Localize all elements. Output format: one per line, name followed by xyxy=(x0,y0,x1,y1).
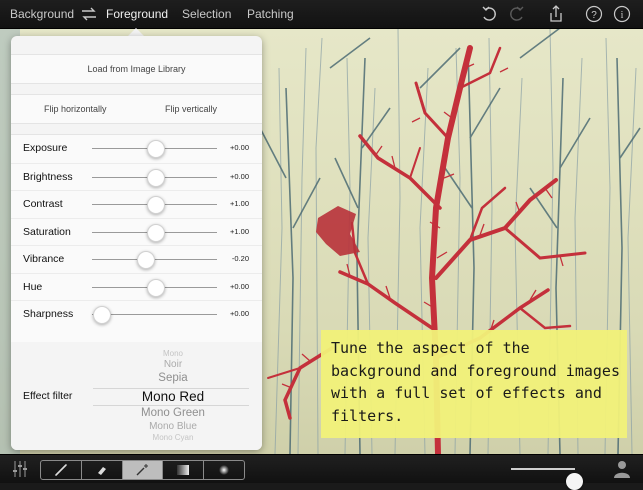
slider-row-contrast: Contrast +1.00 xyxy=(11,190,262,218)
share-icon[interactable] xyxy=(547,5,565,23)
load-from-library-button[interactable]: Load from Image Library xyxy=(11,54,262,84)
sliders-icon[interactable] xyxy=(12,460,28,483)
brightness-slider[interactable] xyxy=(92,169,217,187)
foreground-tab[interactable]: Foreground xyxy=(106,7,168,21)
redo-icon[interactable] xyxy=(508,5,526,23)
bottom-toolbar xyxy=(0,454,643,490)
magic-wand-tool[interactable] xyxy=(122,461,164,479)
slider-value: +0.00 xyxy=(230,172,249,181)
slider-row-sharpness: Sharpness +0.00 xyxy=(11,300,262,328)
tool-selector xyxy=(40,460,245,480)
foreground-adjust-popover: Load from Image Library Flip horizontall… xyxy=(11,36,262,450)
slider-thumb[interactable] xyxy=(146,279,165,297)
slider-thumb[interactable] xyxy=(136,251,155,269)
slider-row-hue: Hue +0.00 xyxy=(11,273,262,301)
sharpness-slider[interactable] xyxy=(92,306,217,324)
user-icon[interactable] xyxy=(613,459,631,484)
slider-thumb[interactable] xyxy=(146,196,165,214)
effect-option[interactable]: Mono Green xyxy=(93,407,253,419)
slider-row-brightness: Brightness +0.00 xyxy=(11,163,262,191)
slider-label: Hue xyxy=(23,281,43,293)
vibrance-slider[interactable] xyxy=(92,251,217,269)
flip-row: Flip horizontally Flip vertically xyxy=(11,94,262,124)
selection-tab[interactable]: Selection xyxy=(182,7,231,21)
effect-filter-section: Effect filter Mono Noir Sepia Mono Red M… xyxy=(11,342,262,450)
slider-value: +0.00 xyxy=(230,282,249,291)
brush-size-slider[interactable] xyxy=(511,468,583,490)
slider-thumb[interactable] xyxy=(146,169,165,187)
slider-value: +1.00 xyxy=(230,227,249,236)
top-toolbar: Background Foreground Selection Patching… xyxy=(0,0,643,29)
load-from-library-label: Load from Image Library xyxy=(87,64,186,74)
patching-tab[interactable]: Patching xyxy=(247,7,294,21)
slider-thumb[interactable] xyxy=(146,140,165,158)
effect-filter-picker[interactable]: Mono Noir Sepia Mono Red Mono Green Mono… xyxy=(93,348,253,442)
effect-filter-label: Effect filter xyxy=(23,390,73,402)
flip-vertically-button[interactable]: Flip vertically xyxy=(165,104,217,114)
help-icon[interactable]: ? xyxy=(585,5,603,23)
slider-value: +0.00 xyxy=(230,143,249,152)
svg-text:?: ? xyxy=(591,10,597,21)
saturation-slider[interactable] xyxy=(92,224,217,242)
effect-option[interactable]: Mono Blue xyxy=(93,421,253,432)
magic-wand-icon xyxy=(136,464,149,476)
brush-icon xyxy=(55,464,67,476)
soft-brush-tool[interactable] xyxy=(204,461,244,479)
effect-option[interactable]: Mono xyxy=(93,349,253,358)
slider-label: Saturation xyxy=(23,226,71,238)
undo-icon[interactable] xyxy=(480,5,498,23)
slider-label: Sharpness xyxy=(23,308,74,320)
hue-slider[interactable] xyxy=(92,279,217,297)
slider-row-vibrance: Vibrance -0.20 xyxy=(11,245,262,273)
picker-selection-bottom xyxy=(93,405,249,406)
slider-label: Contrast xyxy=(23,198,63,210)
slider-value: -0.20 xyxy=(231,254,249,263)
info-icon[interactable]: i xyxy=(613,5,631,23)
gradient-tool[interactable] xyxy=(163,461,205,479)
slider-value: +0.00 xyxy=(230,309,249,318)
effect-option[interactable]: Mono Cyan xyxy=(93,433,253,442)
promo-callout: Tune the aspect of the background and fo… xyxy=(321,330,627,438)
eraser-icon xyxy=(97,467,106,475)
adjustment-sliders: Exposure +0.00 Brightness +0.00 Contrast… xyxy=(11,134,262,343)
slider-thumb[interactable] xyxy=(146,224,165,242)
slider-row-exposure: Exposure +0.00 xyxy=(11,135,262,162)
exposure-slider[interactable] xyxy=(92,140,217,158)
effect-option[interactable]: Sepia xyxy=(93,372,253,384)
slider-value: +1.00 xyxy=(230,199,249,208)
svg-text:i: i xyxy=(621,10,624,21)
effect-option-selected[interactable]: Mono Red xyxy=(93,389,253,404)
slider-thumb[interactable] xyxy=(92,306,111,324)
slider-row-saturation: Saturation +1.00 xyxy=(11,218,262,246)
eraser-tool[interactable] xyxy=(82,461,123,479)
slider-label: Exposure xyxy=(23,142,68,154)
swap-icon[interactable] xyxy=(80,5,98,23)
callout-text: Tune the aspect of the background and fo… xyxy=(331,339,620,425)
gradient-icon xyxy=(177,465,190,475)
effect-option[interactable]: Noir xyxy=(93,359,253,370)
flip-horizontally-button[interactable]: Flip horizontally xyxy=(44,104,107,114)
slider-label: Vibrance xyxy=(23,253,65,265)
brush-tool[interactable] xyxy=(41,461,82,479)
contrast-slider[interactable] xyxy=(92,196,217,214)
slider-label: Brightness xyxy=(23,171,73,183)
background-tab[interactable]: Background xyxy=(10,7,74,21)
soft-brush-icon xyxy=(219,465,230,475)
